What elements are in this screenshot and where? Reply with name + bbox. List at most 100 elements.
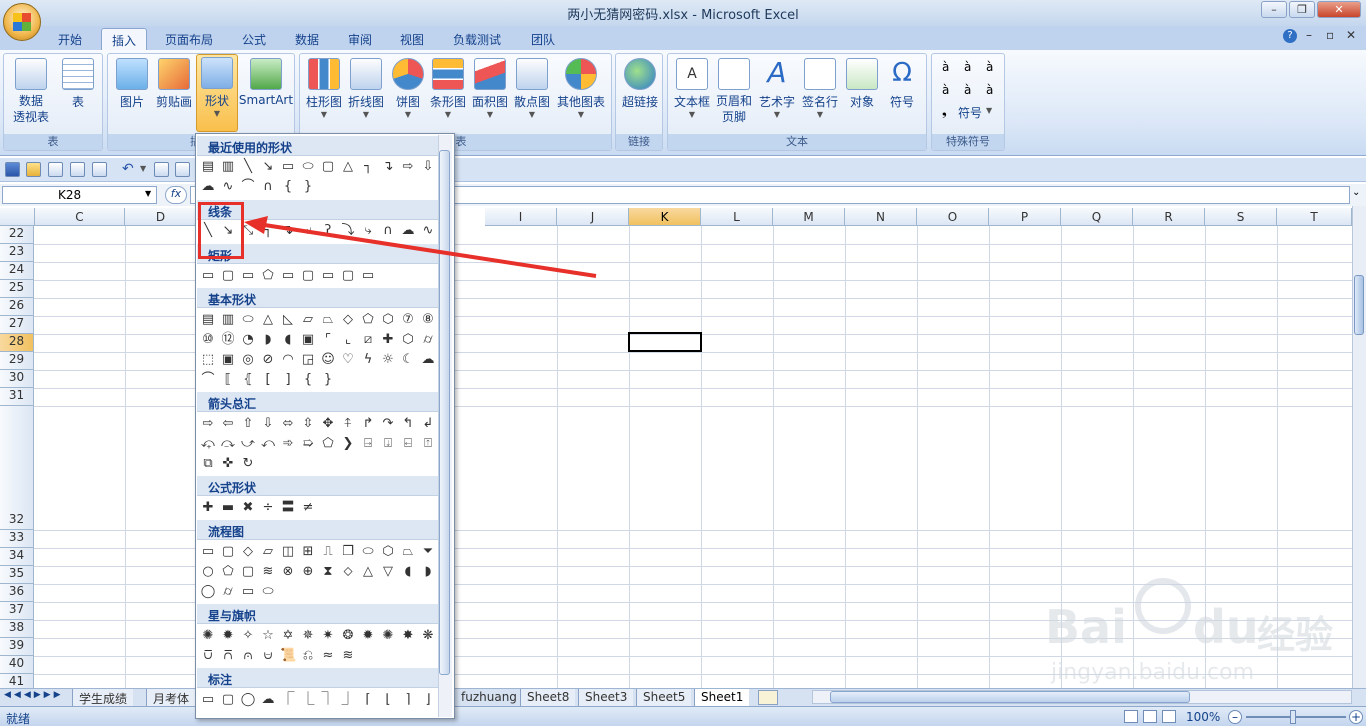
chord-icon[interactable]: ◗: [260, 332, 276, 348]
row-header[interactable]: 39: [0, 638, 34, 656]
notched-right-arrow-icon[interactable]: ➯: [300, 436, 316, 452]
close-button[interactable]: ✕: [1317, 1, 1361, 18]
smiley-icon[interactable]: ☺: [320, 352, 336, 368]
hexagon-icon[interactable]: ⬡: [380, 312, 396, 328]
elbow-connector-icon[interactable]: ┐: [360, 159, 376, 175]
sheet-tab-active[interactable]: Sheet1: [694, 689, 750, 707]
right-arrow-shape-icon[interactable]: ⇨: [200, 416, 216, 432]
rectangle-shape-icon[interactable]: ▭: [200, 268, 216, 284]
vertical-textbox-shape-icon[interactable]: ▥: [220, 312, 236, 328]
elbow-arrow-icon[interactable]: ↴: [380, 159, 396, 175]
right-brace-icon[interactable]: }: [320, 372, 336, 388]
tab-view[interactable]: 视图: [390, 28, 434, 50]
row-header[interactable]: 32: [0, 406, 34, 530]
fx-button[interactable]: fx: [165, 186, 187, 204]
bent-arrow-icon[interactable]: ↱: [360, 416, 376, 432]
flowchart-manual-op-icon[interactable]: ⏷: [420, 544, 436, 560]
line-callout-icon[interactable]: ⌋: [420, 692, 436, 708]
bar-chart-button[interactable]: 条形图 ▼: [428, 56, 468, 119]
sheet-nav-arrows-icon[interactable]: ◀◀◀▶▶▶: [4, 690, 64, 700]
lightning-icon[interactable]: ϟ: [360, 352, 376, 368]
horizontal-scroll-icon[interactable]: ⎌: [300, 648, 316, 664]
curve-shape-icon[interactable]: ∩: [260, 179, 276, 195]
zoom-in-icon[interactable]: +: [1349, 710, 1363, 724]
zoom-slider[interactable]: [1246, 716, 1346, 718]
up-down-arrow-icon[interactable]: ⇳: [300, 416, 316, 432]
explosion-2-icon[interactable]: ✹: [220, 628, 236, 644]
star-5-icon[interactable]: ☆: [260, 628, 276, 644]
clipart-button[interactable]: 剪贴画: [154, 56, 194, 110]
sheet-tab[interactable]: Sheet8: [520, 689, 576, 707]
vertical-scroll-thumb[interactable]: [1354, 275, 1364, 335]
right-arrow-shape-icon[interactable]: ⇨: [400, 159, 416, 175]
no-symbol-icon[interactable]: ⊘: [260, 352, 276, 368]
pentagon-arrow-icon[interactable]: ⬠: [320, 436, 336, 452]
column-header[interactable]: O: [917, 208, 989, 226]
dodecagon-icon[interactable]: ⑫: [220, 332, 236, 348]
sheet-tab[interactable]: 学生成绩: [72, 689, 134, 707]
header-footer-button[interactable]: 页眉和 页脚: [714, 56, 754, 125]
oval-shape-icon[interactable]: ⬭: [300, 159, 316, 175]
column-header[interactable]: M: [773, 208, 845, 226]
down-arrow-shape-icon[interactable]: ⇩: [260, 416, 276, 432]
column-chart-button[interactable]: 柱形图 ▼: [304, 56, 344, 119]
flowchart-delay-icon[interactable]: ◗: [420, 564, 436, 580]
half-frame-icon[interactable]: ⌜: [320, 332, 336, 348]
arc-shape-icon[interactable]: ⌒: [200, 372, 216, 388]
vertical-textbox-shape-icon[interactable]: ▥: [220, 159, 236, 175]
left-right-arrow-callout-icon[interactable]: ⧉: [200, 456, 216, 472]
row-header[interactable]: 41: [0, 674, 34, 688]
symbol-dropdown-button[interactable]: 符号: [958, 104, 982, 121]
donut-icon[interactable]: ◎: [240, 352, 256, 368]
restore-button[interactable]: ❐: [1289, 1, 1315, 18]
flowchart-connector-icon[interactable]: ○: [200, 564, 216, 580]
flowchart-process-icon[interactable]: ▭: [200, 544, 216, 560]
page-break-view-icon[interactable]: [1162, 710, 1176, 723]
print-preview-icon[interactable]: [48, 162, 63, 177]
row-header[interactable]: 37: [0, 602, 34, 620]
curved-up-arrow-icon[interactable]: ⤻: [240, 436, 256, 452]
rounded-callout-icon[interactable]: ▢: [220, 692, 236, 708]
save-icon[interactable]: [5, 162, 20, 177]
pivot-table-button[interactable]: 数据 透视表: [8, 56, 54, 125]
ribbon-up-icon[interactable]: ⩂: [200, 648, 216, 664]
line-shape-icon[interactable]: ╲: [240, 159, 256, 175]
tab-review[interactable]: 审阅: [338, 28, 382, 50]
trapezoid-icon[interactable]: ⏢: [320, 312, 336, 328]
row-header[interactable]: 36: [0, 584, 34, 602]
special-char[interactable]: à: [986, 60, 993, 74]
left-brace-icon[interactable]: {: [300, 372, 316, 388]
pie-shape-icon[interactable]: ◔: [240, 332, 256, 348]
plaque-icon[interactable]: ⬡: [400, 332, 416, 348]
column-header[interactable]: N: [845, 208, 917, 226]
column-header[interactable]: R: [1133, 208, 1205, 226]
smartart-button[interactable]: SmartArt: [238, 56, 294, 107]
rect-callout-icon[interactable]: ▭: [200, 692, 216, 708]
page-setup-icon[interactable]: [70, 162, 85, 177]
heptagon-icon[interactable]: ⑦: [400, 312, 416, 328]
heart-icon[interactable]: ♡: [340, 352, 356, 368]
right-brace-icon[interactable]: }: [300, 179, 316, 195]
flowchart-summing-junction-icon[interactable]: ⊗: [280, 564, 296, 580]
row-header[interactable]: 34: [0, 548, 34, 566]
star-6-icon[interactable]: ✡: [280, 628, 296, 644]
flowchart-multidoc-icon[interactable]: ❐: [340, 544, 356, 560]
textbox-shape-icon[interactable]: ▤: [200, 159, 216, 175]
row-header[interactable]: 31: [0, 388, 34, 406]
insert-sheet-icon[interactable]: [758, 690, 778, 705]
line-callout-icon[interactable]: ⏋: [320, 692, 336, 708]
wave-icon[interactable]: ≈: [320, 648, 336, 664]
flowchart-card-icon[interactable]: ▢: [240, 564, 256, 580]
flowchart-or-icon[interactable]: ⊕: [300, 564, 316, 580]
flowchart-extract-icon[interactable]: △: [360, 564, 376, 580]
select-all-corner[interactable]: [0, 208, 35, 226]
area-chart-button[interactable]: 面积图 ▼: [470, 56, 510, 119]
vertical-scroll-icon[interactable]: 📜: [280, 648, 296, 664]
special-char[interactable]: à: [942, 83, 949, 97]
other-charts-button[interactable]: 其他图表 ▼: [554, 56, 608, 119]
ribbon-restore-icon[interactable]: ▫: [1326, 28, 1334, 42]
special-char[interactable]: à: [942, 60, 949, 74]
row-header[interactable]: 30: [0, 370, 34, 388]
flowchart-merge-icon[interactable]: ▽: [380, 564, 396, 580]
row-header[interactable]: 24: [0, 262, 34, 280]
